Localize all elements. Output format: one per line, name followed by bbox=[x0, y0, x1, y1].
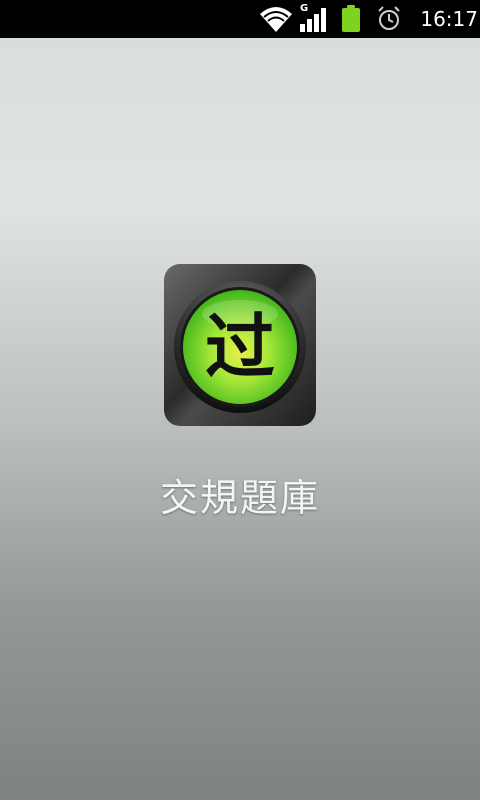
battery-icon bbox=[342, 5, 360, 32]
app-logo-glyph: 过 bbox=[205, 306, 275, 388]
alarm-icon bbox=[378, 6, 400, 30]
status-bar: G 16:17 bbox=[0, 0, 480, 38]
app-name: 交規題庫 bbox=[159, 476, 320, 520]
network-type-label: G bbox=[300, 3, 308, 14]
status-clock: 16:17 bbox=[420, 7, 478, 31]
wifi-icon bbox=[260, 7, 292, 32]
signal-icon: G bbox=[300, 3, 326, 32]
splash-screen: G 16:17 过 交規題庫 bbox=[0, 0, 480, 800]
splash-background: 过 交規題庫 bbox=[0, 38, 480, 800]
app-logo-icon: 过 bbox=[164, 264, 316, 426]
